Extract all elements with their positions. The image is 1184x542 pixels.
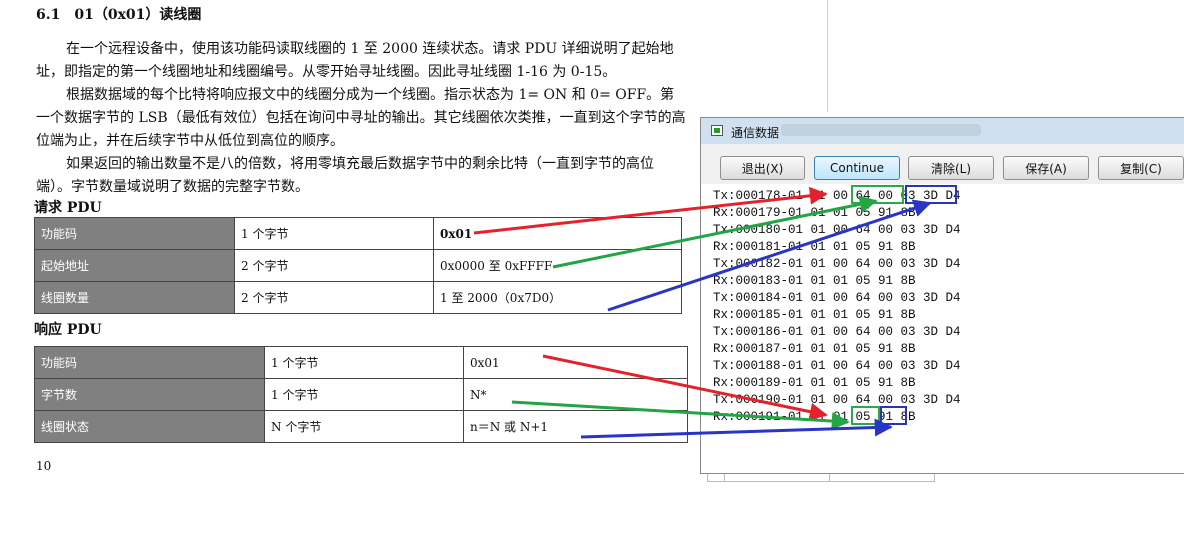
comm-log[interactable]: Tx:000178-01 01 00 64 00 03 3D D4 Rx:0001… <box>713 188 961 426</box>
table-row: 线圈状态 N 个字节 n＝N 或 N+1 <box>34 410 688 443</box>
request-field-value: 0x0000 至 0xFFFF <box>433 249 682 282</box>
window-title: 通信数据 <box>731 126 780 140</box>
response-field-name: 字节数 <box>34 378 265 411</box>
save-button[interactable]: 保存(A) <box>1003 156 1089 180</box>
log-line: Rx:000187-01 01 01 05 91 8B <box>713 342 916 356</box>
request-field-name: 功能码 <box>34 217 235 250</box>
log-line: Rx:000185-01 01 01 05 91 8B <box>713 308 916 322</box>
table-row: 字节数 1 个字节 N* <box>34 378 688 411</box>
clear-button[interactable]: 清除(L) <box>908 156 994 180</box>
request-pdu-table: 功能码 1 个字节 0x01 起始地址 2 个字节 0x0000 至 0xFFF… <box>34 217 682 314</box>
page-number: 10 <box>36 459 52 473</box>
log-line: Rx:000181-01 01 01 05 91 8B <box>713 240 916 254</box>
response-field-value: n＝N 或 N+1 <box>463 410 688 443</box>
response-pdu-title: 响应 PDU <box>34 322 102 338</box>
highlight-start-address <box>851 185 904 204</box>
comm-data-window: 通信数据 退出(X) Continue 清除(L) 保存(A) 复制(C) Tx… <box>700 117 1184 474</box>
section-heading: 6.1 01（0x01）读线圈 <box>36 7 202 23</box>
request-field-value: 1 至 2000（0x7D0） <box>433 281 682 314</box>
table-row: 功能码 1 个字节 0x01 <box>34 217 682 250</box>
highlight-coil-status <box>880 406 907 425</box>
paragraph-1: 在一个远程设备中，使用该功能码读取线圈的 1 至 2000 连续状态。请求 PD… <box>36 41 674 80</box>
response-field-name: 功能码 <box>34 346 265 379</box>
toolbar: 退出(X) Continue 清除(L) 保存(A) 复制(C) <box>701 144 1184 184</box>
paragraph-2: 根据数据域的每个比特将响应报文中的线圈分成为一个线圈。指示状态为 1= ON 和… <box>36 87 686 149</box>
response-field-name: 线圈状态 <box>34 410 265 443</box>
log-line: Tx:000188-01 01 00 64 00 03 3D D4 <box>713 359 961 373</box>
log-line: Rx:000179-01 01 01 05 91 8B <box>713 206 916 220</box>
request-field-size: 1 个字节 <box>234 217 434 250</box>
request-pdu-title: 请求 PDU <box>34 200 102 216</box>
copy-button[interactable]: 复制(C) <box>1098 156 1184 180</box>
log-line: Tx:000186-01 01 00 64 00 03 3D D4 <box>713 325 961 339</box>
request-field-name: 起始地址 <box>34 249 235 282</box>
response-field-value: N* <box>463 378 688 411</box>
log-line: Tx:000180-01 01 00 64 00 03 3D D4 <box>713 223 961 237</box>
table-row: 功能码 1 个字节 0x01 <box>34 346 688 379</box>
log-line: Tx:000184-01 01 00 64 00 03 3D D4 <box>713 291 961 305</box>
window-titlebar[interactable]: 通信数据 <box>701 118 1184 145</box>
blurred-title-text <box>781 124 981 136</box>
log-line: Tx:000190-01 01 00 64 00 03 3D D4 <box>713 393 961 407</box>
request-field-size: 2 个字节 <box>234 249 434 282</box>
response-field-value: 0x01 <box>463 346 688 379</box>
divider <box>827 0 828 112</box>
response-field-size: 1 个字节 <box>264 346 464 379</box>
highlight-byte-count <box>851 406 880 425</box>
response-pdu-table: 功能码 1 个字节 0x01 字节数 1 个字节 N* 线圈状态 N 个字节 n… <box>34 346 688 443</box>
highlight-coil-count <box>905 185 957 204</box>
response-field-size: 1 个字节 <box>264 378 464 411</box>
window-app-icon <box>711 125 723 136</box>
log-line: Tx:000182-01 01 00 64 00 03 3D D4 <box>713 257 961 271</box>
table-row: 线圈数量 2 个字节 1 至 2000（0x7D0） <box>34 281 682 314</box>
table-row: 起始地址 2 个字节 0x0000 至 0xFFFF <box>34 249 682 282</box>
request-field-size: 2 个字节 <box>234 281 434 314</box>
response-field-size: N 个字节 <box>264 410 464 443</box>
log-line: Rx:000183-01 01 01 05 91 8B <box>713 274 916 288</box>
exit-button[interactable]: 退出(X) <box>720 156 805 180</box>
continue-button[interactable]: Continue <box>814 156 900 180</box>
request-field-name: 线圈数量 <box>34 281 235 314</box>
request-field-value: 0x01 <box>433 217 682 250</box>
word-document-page: 6.1 01（0x01）读线圈 在一个远程设备中，使用该功能码读取线圈的 1 至… <box>0 0 697 542</box>
paragraph-3: 如果返回的输出数量不是八的倍数，将用零填充最后数据字节中的剩余比特（一直到字节的… <box>36 156 654 195</box>
log-line: Rx:000189-01 01 01 05 91 8B <box>713 376 916 390</box>
log-line: Rx:000191-01 01 01 05 91 8B <box>713 410 916 424</box>
